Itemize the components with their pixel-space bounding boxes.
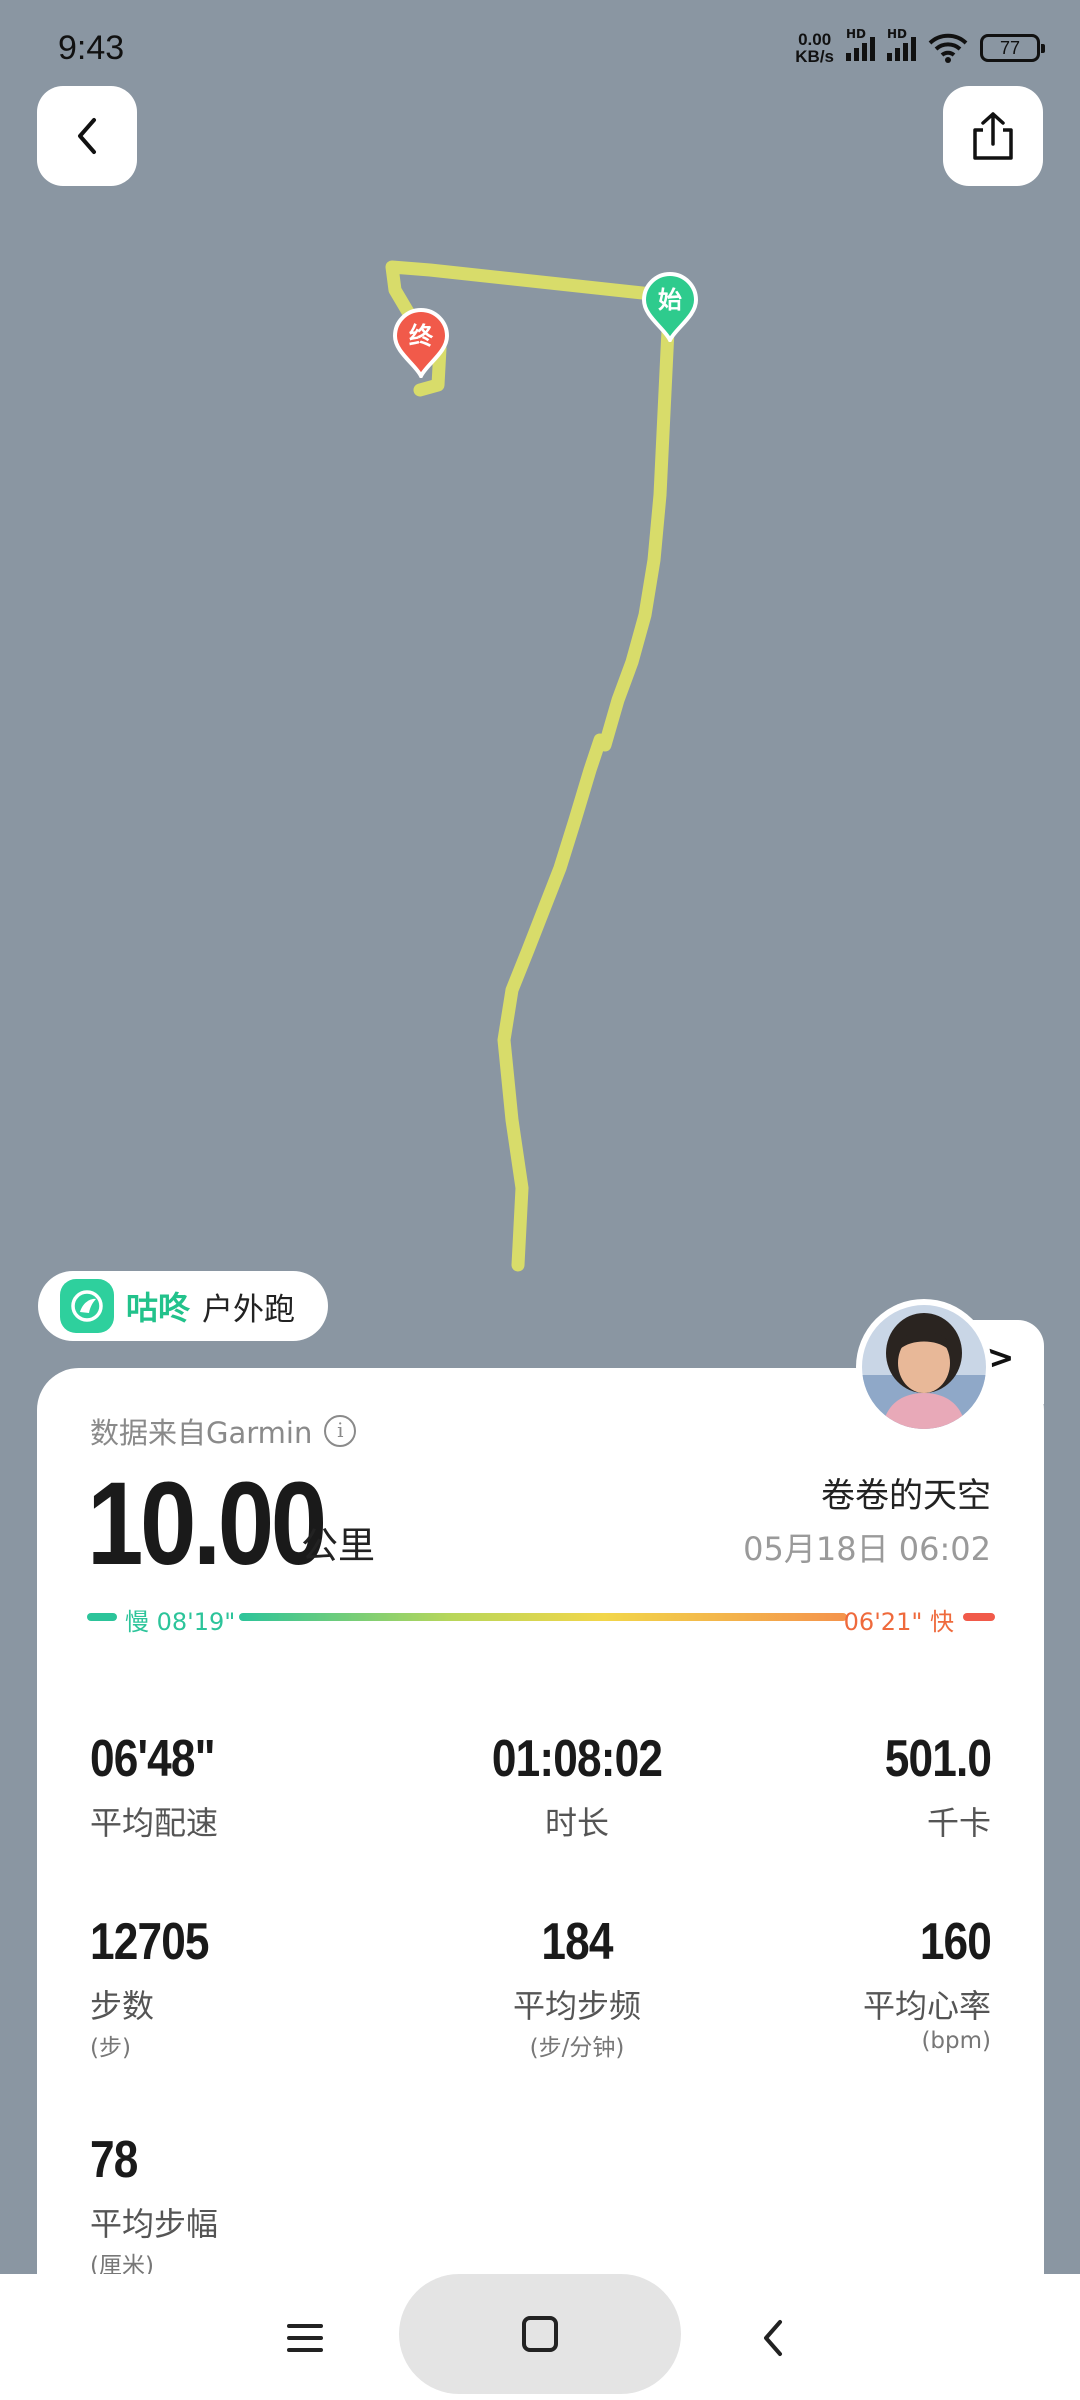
codoon-logo-icon — [60, 1279, 114, 1333]
distance-unit: 公里 — [301, 1524, 375, 1567]
battery-icon: 77 — [980, 34, 1045, 62]
stat-calories: 501.0 千卡 — [884, 1730, 992, 1842]
system-back-button[interactable] — [738, 2303, 808, 2373]
stat-cadence: 184 平均步频 (步/分钟) — [512, 1913, 641, 2061]
wifi-icon — [928, 33, 968, 63]
route-map[interactable]: 始 终 — [0, 0, 1080, 1400]
start-label: 始 — [658, 286, 682, 314]
brand-name: 咕咚 — [126, 1289, 191, 1327]
signal-1-icon: HD — [846, 27, 875, 61]
stat-duration: 01:08:02 时长 — [491, 1730, 663, 1842]
avatar-photo — [862, 1305, 986, 1429]
end-label: 终 — [409, 322, 433, 350]
pace-fast-label: 06'21" 快 — [843, 1608, 954, 1636]
data-source: 数据来自Garmin i — [90, 1410, 357, 1452]
run-date: 05月18日 06:02 — [743, 1530, 991, 1568]
app-brand-pill: 咕咚 户外跑 — [38, 1271, 328, 1341]
pace-slow-label: 慢 08'19" — [125, 1608, 236, 1636]
stat-stride: 78 平均步幅 (厘米) — [90, 2131, 219, 2279]
user-name: 卷卷的天空 — [821, 1476, 991, 1516]
back-arrow-icon — [764, 2320, 782, 2356]
stat-heart-rate: 160 平均心率 (bpm) — [862, 1913, 992, 2054]
stat-steps: 12705 步数 (步) — [90, 1913, 210, 2061]
stat-avg-pace: 06'48" 平均配速 — [90, 1730, 219, 1842]
signal-2-icon: HD — [887, 27, 916, 61]
back-button[interactable] — [37, 86, 137, 186]
start-marker: 始 — [641, 272, 699, 345]
share-icon — [973, 112, 1013, 160]
end-marker: 终 — [392, 308, 450, 381]
network-speed: 0.00 KB/s — [795, 30, 834, 66]
run-summary-card: 数据来自Garmin i 10.00 公里 卷卷的天空 05月18日 06:02… — [37, 1368, 1044, 2288]
status-bar: 9:43 0.00 KB/s HD HD 77 — [0, 0, 1080, 96]
share-button[interactable] — [943, 86, 1043, 186]
menu-icon — [287, 2324, 323, 2352]
distance-value: 10.00 — [87, 1458, 327, 1590]
info-icon[interactable]: i — [324, 1415, 357, 1447]
status-icons: 0.00 KB/s HD HD 77 — [795, 27, 1045, 66]
chevron-left-icon — [78, 118, 96, 154]
home-button[interactable] — [399, 2274, 681, 2394]
status-time: 9:43 — [58, 28, 125, 67]
home-square-icon — [522, 2316, 558, 2352]
route-path-svg — [385, 260, 677, 1272]
avatar[interactable] — [856, 1299, 992, 1435]
activity-type: 户外跑 — [202, 1291, 296, 1328]
route-line — [385, 260, 677, 1272]
recents-button[interactable] — [270, 2303, 340, 2373]
